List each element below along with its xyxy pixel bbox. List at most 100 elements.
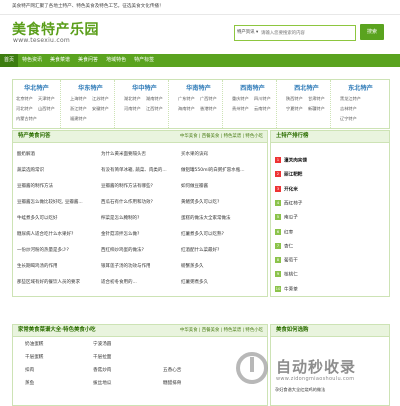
- region-link[interactable]: 贵州特产: [232, 106, 249, 112]
- search-button[interactable]: 搜索: [360, 24, 384, 40]
- region-link[interactable]: 辽宁特产: [340, 116, 357, 122]
- qa-question-link[interactable]: 蛋糕的做法大全家常做法: [181, 215, 231, 221]
- rank-item[interactable]: 5 南瓜子: [275, 214, 298, 221]
- recipe-link[interactable]: 奶油蛋糕: [25, 341, 43, 347]
- qa-question-link[interactable]: 榨菜是怎么腌制的?: [101, 215, 139, 221]
- qa-question-link[interactable]: 黄鳝煲多久可以吃?: [181, 199, 219, 205]
- recipe-link[interactable]: 扣肉: [25, 367, 34, 373]
- region-title[interactable]: 东北特产: [337, 83, 384, 92]
- qa-question-link[interactable]: 豆瓣酱的制作方法: [17, 183, 53, 189]
- recipe-link[interactable]: 宁波汤圆: [93, 341, 111, 347]
- region-link[interactable]: 北京特产: [16, 96, 33, 102]
- region-link[interactable]: 新疆特产: [308, 106, 325, 112]
- qa-question-link[interactable]: 那些区域有好的餐饮人员的要求: [17, 279, 80, 285]
- recipe-link[interactable]: 蒸鱼: [25, 380, 34, 386]
- rank-item[interactable]: 7 杏仁: [275, 242, 293, 249]
- rank-item[interactable]: 9 核桃仁: [275, 271, 298, 278]
- region-link[interactable]: 湖北特产: [124, 96, 141, 102]
- qa-question-link[interactable]: 蔬菜选购常识: [17, 167, 44, 173]
- rank-item[interactable]: 3 开化米: [275, 185, 298, 192]
- recipe-link[interactable]: 糖醋排骨: [163, 380, 181, 386]
- region-link[interactable]: 陕西特产: [286, 96, 303, 102]
- search-input[interactable]: [261, 28, 351, 38]
- qa-question-link[interactable]: 金针菇凉拌怎么做?: [101, 231, 139, 237]
- region-title[interactable]: 华北特产: [13, 83, 60, 92]
- region-link[interactable]: 黑龙江特产: [340, 96, 361, 102]
- region-link[interactable]: 河南特产: [124, 106, 141, 112]
- recipe-link[interactable]: 千层拉面: [93, 354, 111, 360]
- qa-question-link[interactable]: 西瓜石有什么作用和功效?: [101, 199, 153, 205]
- nav-home[interactable]: 首页: [0, 54, 19, 67]
- region-link[interactable]: 云南特产: [254, 106, 271, 112]
- region-title[interactable]: 西北特产: [283, 83, 330, 92]
- qa-question-link[interactable]: 红酒配什么菜最好?: [181, 247, 219, 253]
- recipe-link[interactable]: 五香心舌: [163, 367, 181, 373]
- rank-item[interactable]: 4 西红柿子: [275, 199, 303, 207]
- region-link[interactable]: 内蒙古特产: [16, 116, 37, 122]
- nav-news[interactable]: 特色资讯: [18, 54, 46, 67]
- nav-regional[interactable]: 地域特色: [102, 54, 130, 67]
- region-link[interactable]: 湖南特产: [146, 96, 163, 102]
- region-link[interactable]: 广东特产: [178, 96, 195, 102]
- qa-question-link[interactable]: 买水果的诀窍: [181, 151, 208, 157]
- rank-item[interactable]: 8 葡萄干: [275, 257, 298, 264]
- region-link[interactable]: 甘肃特产: [308, 96, 325, 102]
- region-link[interactable]: 天津特产: [38, 96, 55, 102]
- region-link[interactable]: 重庆特产: [232, 96, 249, 102]
- nav-tags[interactable]: 特产标签: [130, 54, 158, 67]
- qa-question-link[interactable]: 西红柿炒鸡蛋的做法?: [101, 247, 144, 253]
- recipe-link[interactable]: 拔丝地瓜: [93, 380, 111, 386]
- region-link[interactable]: 海南特产: [178, 106, 195, 112]
- region-title[interactable]: 华中特产: [121, 83, 168, 92]
- qa-question-link[interactable]: 适合初冬食用的...: [101, 279, 137, 285]
- region-huabei: 华北特产 北京特产 天津特产 河北特产 山西特产 内蒙古特产: [13, 80, 61, 128]
- region-link[interactable]: 山西特产: [38, 106, 55, 112]
- rank-item[interactable]: 6 红枣: [275, 228, 293, 235]
- region-link[interactable]: 上海特产: [70, 96, 87, 102]
- rank-item[interactable]: 10 牛蒡茶: [275, 285, 298, 293]
- region-link[interactable]: 江西特产: [146, 106, 163, 112]
- rank-number: 6: [275, 228, 281, 235]
- rank-item[interactable]: 2 丽江粑粑: [275, 171, 302, 178]
- rank-item-label: 牛蒡茶: [284, 287, 298, 293]
- selection-link[interactable]: 孕妇食谱大全红烧鸡的做法: [275, 387, 325, 393]
- region-title[interactable]: 华南特产: [175, 83, 222, 92]
- qa-question-link[interactable]: 螃蟹蒸多久: [181, 263, 204, 269]
- recipe-link[interactable]: 香菇炒肉: [93, 367, 111, 373]
- rank-item[interactable]: 1 潼关肉夹馍: [275, 157, 307, 164]
- qa-question-link[interactable]: 豆瓣酱的制作方法有哪些?: [101, 183, 153, 189]
- qa-question-link[interactable]: 一份炒河粉的热量是多少?: [17, 247, 69, 253]
- region-link[interactable]: 宁夏特产: [286, 106, 303, 112]
- region-link[interactable]: 福建特产: [70, 116, 87, 122]
- region-link[interactable]: 河北特产: [16, 106, 33, 112]
- qa-question-link[interactable]: 牛蛙煮多久可以吃好: [17, 215, 58, 221]
- region-link[interactable]: 浙江特产: [70, 106, 87, 112]
- region-link[interactable]: 香港特产: [200, 106, 217, 112]
- qa-question-link[interactable]: 银耳莲子汤的功效与作用: [101, 263, 151, 269]
- qa-question-link[interactable]: 酸奶解酒: [17, 151, 35, 157]
- qa-question-link[interactable]: 糖尿病人适合吃什么水果好?: [17, 231, 73, 237]
- qa-tabs[interactable]: 中华美食 | 西餐美食 | 特色菜谱 | 特色小吃: [180, 131, 263, 142]
- qa-question-link[interactable]: 做铝罐550ml的白粥扩容水瓶...: [181, 167, 245, 173]
- search-category-select[interactable]: 特产资讯 ▾: [237, 26, 258, 40]
- region-link[interactable]: 吉林特产: [340, 106, 357, 112]
- site-logo[interactable]: 美食特产乐园: [12, 19, 99, 39]
- qa-question-link[interactable]: 豆瓣酱怎么做比较好吃, 豆瓣酱...: [17, 199, 83, 205]
- nav-qa[interactable]: 美食问答: [74, 54, 102, 67]
- qa-question-link[interactable]: 红薯煮多久可以吃熟?: [181, 231, 224, 237]
- qa-question-link[interactable]: 生长期喝鸡汤的作用: [17, 263, 58, 269]
- rank-item-label: 西红柿子: [284, 201, 303, 207]
- qa-question-link[interactable]: 如何做豆瓣酱: [181, 183, 208, 189]
- recipes-tabs[interactable]: 中华美食 | 西餐美食 | 特色菜谱 | 特色小吃: [180, 325, 263, 336]
- region-title[interactable]: 西南特产: [229, 83, 276, 92]
- region-link[interactable]: 江苏特产: [92, 96, 109, 102]
- nav-recipes[interactable]: 美食菜谱: [46, 54, 74, 67]
- region-title[interactable]: 华东特产: [67, 83, 114, 92]
- qa-question-link[interactable]: 红薯粥煮多久: [181, 279, 208, 285]
- recipe-link[interactable]: 千层蛋糕: [25, 354, 43, 360]
- qa-question-link[interactable]: 为什么黄米面要隔头否: [101, 151, 146, 157]
- region-link[interactable]: 广西特产: [200, 96, 217, 102]
- region-link[interactable]: 安徽特产: [92, 106, 109, 112]
- region-link[interactable]: 四川特产: [254, 96, 271, 102]
- qa-question-link[interactable]: 有没有简单冰箱, 蔬菜、肉类的...: [101, 167, 167, 173]
